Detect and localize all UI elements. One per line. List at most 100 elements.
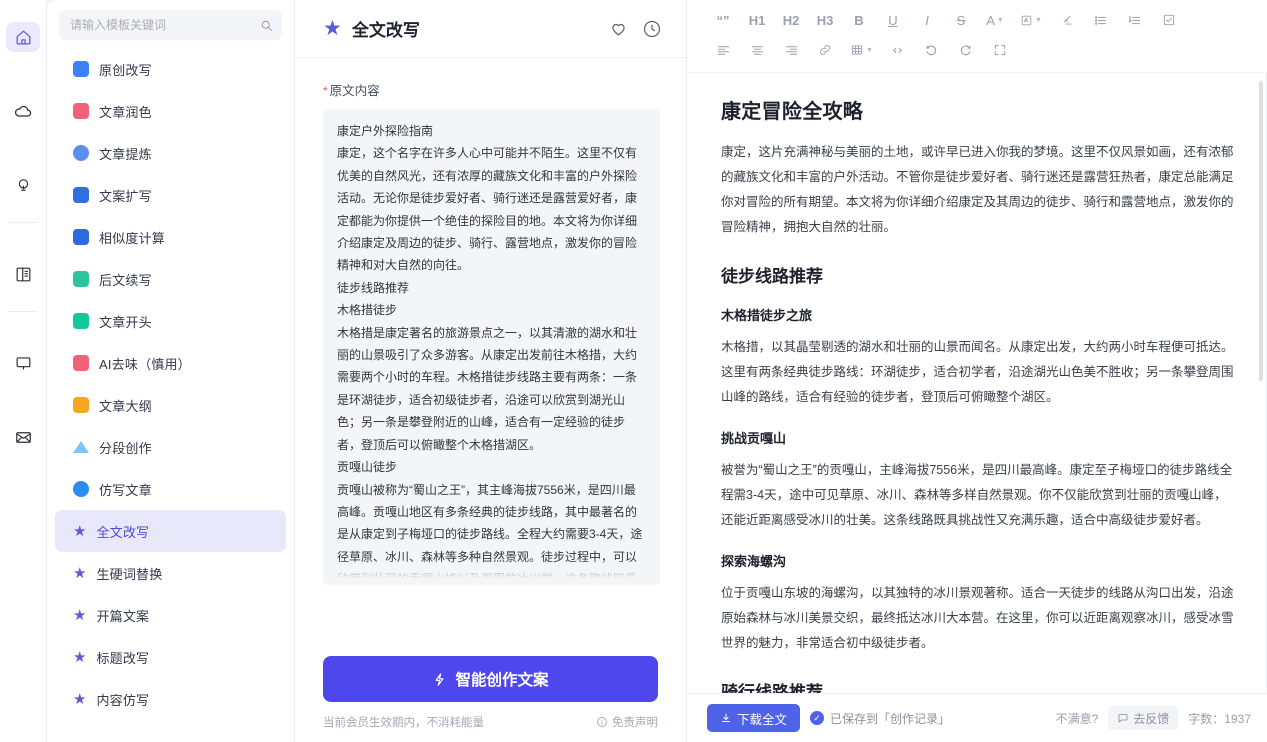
- sidebar-item-label: 生硬词替换: [96, 566, 163, 582]
- document-scroll-area[interactable]: 康定冒险全攻略康定，这片充满神秘与美丽的土地，或许早已进入你我的梦境。这里不仅风…: [687, 73, 1267, 693]
- underline-button[interactable]: U: [879, 6, 907, 34]
- heading3-button[interactable]: H3: [811, 6, 839, 34]
- disclaimer-link[interactable]: 免责声明: [596, 714, 658, 730]
- clear-format-icon[interactable]: [1053, 6, 1081, 34]
- sidebar-item-13[interactable]: ★ 开篇文案: [55, 594, 286, 636]
- star-icon: ★: [73, 690, 87, 708]
- align-center-icon[interactable]: [743, 36, 771, 64]
- sidebar-item-3[interactable]: 文案扩写: [55, 174, 286, 216]
- page-title: 全文改写: [351, 21, 420, 40]
- text-color-button[interactable]: A ▼: [981, 6, 1009, 34]
- form-footer-row: 当前会员生效期内，不消耗能量 免责声明: [323, 714, 658, 730]
- bullet-list-icon[interactable]: [1087, 6, 1115, 34]
- star-icon: ★: [73, 564, 87, 582]
- blockquote-icon[interactable]: “”: [709, 6, 737, 34]
- monitor-icon: [14, 354, 33, 373]
- sidebar-item-1[interactable]: 文章润色: [55, 90, 286, 132]
- square-icon: [73, 61, 89, 77]
- search-input[interactable]: [70, 18, 260, 32]
- link-icon[interactable]: [811, 36, 839, 64]
- align-left-icon[interactable]: [709, 36, 737, 64]
- vertical-scrollbar[interactable]: [1259, 81, 1263, 381]
- rail-item-home[interactable]: [6, 22, 40, 52]
- sidebar-item-label: 标题改写: [96, 650, 150, 666]
- sidebar-item-label: 仿写文章: [99, 482, 152, 498]
- form-header: ★ 全文改写: [295, 0, 686, 58]
- sidebar-item-5[interactable]: 后文续写: [55, 258, 286, 300]
- rail-item-mail[interactable]: [6, 422, 40, 452]
- sidebar-item-label: 开篇文案: [96, 608, 150, 624]
- rail-item-ideas[interactable]: [6, 170, 40, 200]
- word-count: 字数：1937: [1188, 711, 1251, 726]
- sidebar-item-2[interactable]: 文章提炼: [55, 132, 286, 174]
- code-icon[interactable]: [884, 36, 912, 64]
- heading2-button[interactable]: H2: [777, 6, 805, 34]
- sidebar-item-6[interactable]: 文章开头: [55, 300, 286, 342]
- table-icon[interactable]: ▼: [845, 36, 878, 64]
- feedback-button[interactable]: 去反馈: [1108, 706, 1179, 730]
- document-paragraph: 被誉为“蜀山之王”的贡嘎山，主峰海拔7556米，是四川最高峰。康定至子梅垭口的徒…: [721, 463, 1233, 527]
- generate-button[interactable]: 智能创作文案: [323, 656, 658, 702]
- rail-item-cloud[interactable]: [6, 96, 40, 126]
- original-content-label-text: 原文内容: [329, 84, 380, 98]
- ordered-list-icon[interactable]: [1121, 6, 1149, 34]
- template-search-wrap: [47, 0, 294, 44]
- document-paragraph: 康定，这片充满神秘与美丽的土地，或许早已进入你我的梦境。这里不仅风景如画，还有浓…: [721, 145, 1234, 234]
- left-rail: [0, 0, 47, 742]
- download-button[interactable]: 下载全文: [707, 704, 801, 732]
- sidebar-item-9[interactable]: 分段创作: [55, 426, 286, 468]
- heading1-button[interactable]: H1: [743, 6, 771, 34]
- undo-icon[interactable]: [918, 36, 946, 64]
- document-title: 康定冒险全攻略: [721, 101, 864, 123]
- rail-slot-ideas: [0, 148, 47, 222]
- italic-button[interactable]: I: [913, 6, 941, 34]
- original-content-textarea[interactable]: 康定户外探险指南 康定，这个名字在许多人心中可能并不陌生。这里不仅有优美的自然风…: [323, 109, 660, 585]
- form-panel: ★ 全文改写 * 原文内容 康定户外探险指南 康定，这个名字在许多人心中可能并不陌…: [295, 0, 687, 742]
- align-right-icon[interactable]: [777, 36, 805, 64]
- rail-item-desktop[interactable]: [6, 348, 40, 378]
- sidebar-item-4[interactable]: 相似度计算: [55, 216, 286, 258]
- search-icon[interactable]: [260, 19, 273, 32]
- sidebar-item-12[interactable]: ★ 生硬词替换: [55, 552, 286, 594]
- rail-slot-cloud: [0, 74, 47, 148]
- feedback-icon: [1117, 712, 1129, 724]
- lightning-icon: [432, 672, 447, 687]
- checklist-icon[interactable]: [1155, 6, 1183, 34]
- star-icon: ★: [73, 522, 87, 540]
- fullscreen-icon[interactable]: [986, 36, 1014, 64]
- sidebar-item-15[interactable]: ★ 内容仿写: [55, 678, 286, 720]
- square-icon: [73, 313, 89, 329]
- rail-item-library[interactable]: [6, 259, 40, 289]
- template-list[interactable]: 原创改写 文章润色 文章提炼 文案扩写相似度计算后文续写 文章开头 AI去味（慎用） 文章大…: [47, 44, 294, 742]
- document-heading: 木格措徒步之旅: [721, 308, 813, 323]
- sidebar-item-10[interactable]: 仿写文章: [55, 468, 286, 510]
- square-icon: [73, 271, 89, 287]
- circle-icon: [73, 145, 89, 161]
- form-body: * 原文内容 康定户外探险指南 康定，这个名字在许多人心中可能并不陌生。这里不仅有…: [295, 58, 686, 642]
- highlight-color-button[interactable]: ▼: [1015, 6, 1047, 34]
- sidebar-item-label: AI去味（慎用）: [99, 356, 191, 372]
- strikethrough-button[interactable]: S: [947, 6, 975, 34]
- template-search-box[interactable]: [59, 10, 282, 40]
- energy-note: 当前会员生效期内，不消耗能量: [323, 717, 484, 729]
- mail-icon: [14, 428, 33, 447]
- redo-icon[interactable]: [952, 36, 980, 64]
- info-icon: [596, 716, 608, 728]
- sidebar-item-0[interactable]: 原创改写: [55, 48, 286, 90]
- star-icon: ★: [73, 606, 87, 624]
- sidebar-item-label: 相似度计算: [99, 230, 166, 246]
- chevron-down-icon: ▼: [996, 16, 1004, 24]
- editor-bottom-bar: 下载全文 ✓ 已保存到「创作记录」 不满意? 去反馈 字数：1937: [687, 693, 1267, 742]
- download-button-label: 下载全文: [737, 712, 788, 727]
- document-paragraph: 木格措，以其晶莹剔透的湖水和壮丽的山景而闻名。从康定出发，大约两小时车程便可抵达…: [721, 340, 1234, 404]
- sidebar-item-14[interactable]: ★ 标题改写: [55, 636, 286, 678]
- sidebar-item-11[interactable]: ★ 全文改写: [55, 510, 286, 552]
- sidebar-item-8[interactable]: 文章大纲: [55, 384, 286, 426]
- clock-icon[interactable]: [640, 17, 664, 41]
- sidebar-item-label: 分段创作: [99, 440, 152, 456]
- heart-icon[interactable]: [606, 17, 630, 41]
- document-content[interactable]: 康定冒险全攻略康定，这片充满神秘与美丽的土地，或许早已进入你我的梦境。这里不仅风…: [687, 73, 1267, 693]
- bold-button[interactable]: B: [845, 6, 873, 34]
- textarea-fade: [323, 559, 660, 585]
- sidebar-item-7[interactable]: AI去味（慎用）: [55, 342, 286, 384]
